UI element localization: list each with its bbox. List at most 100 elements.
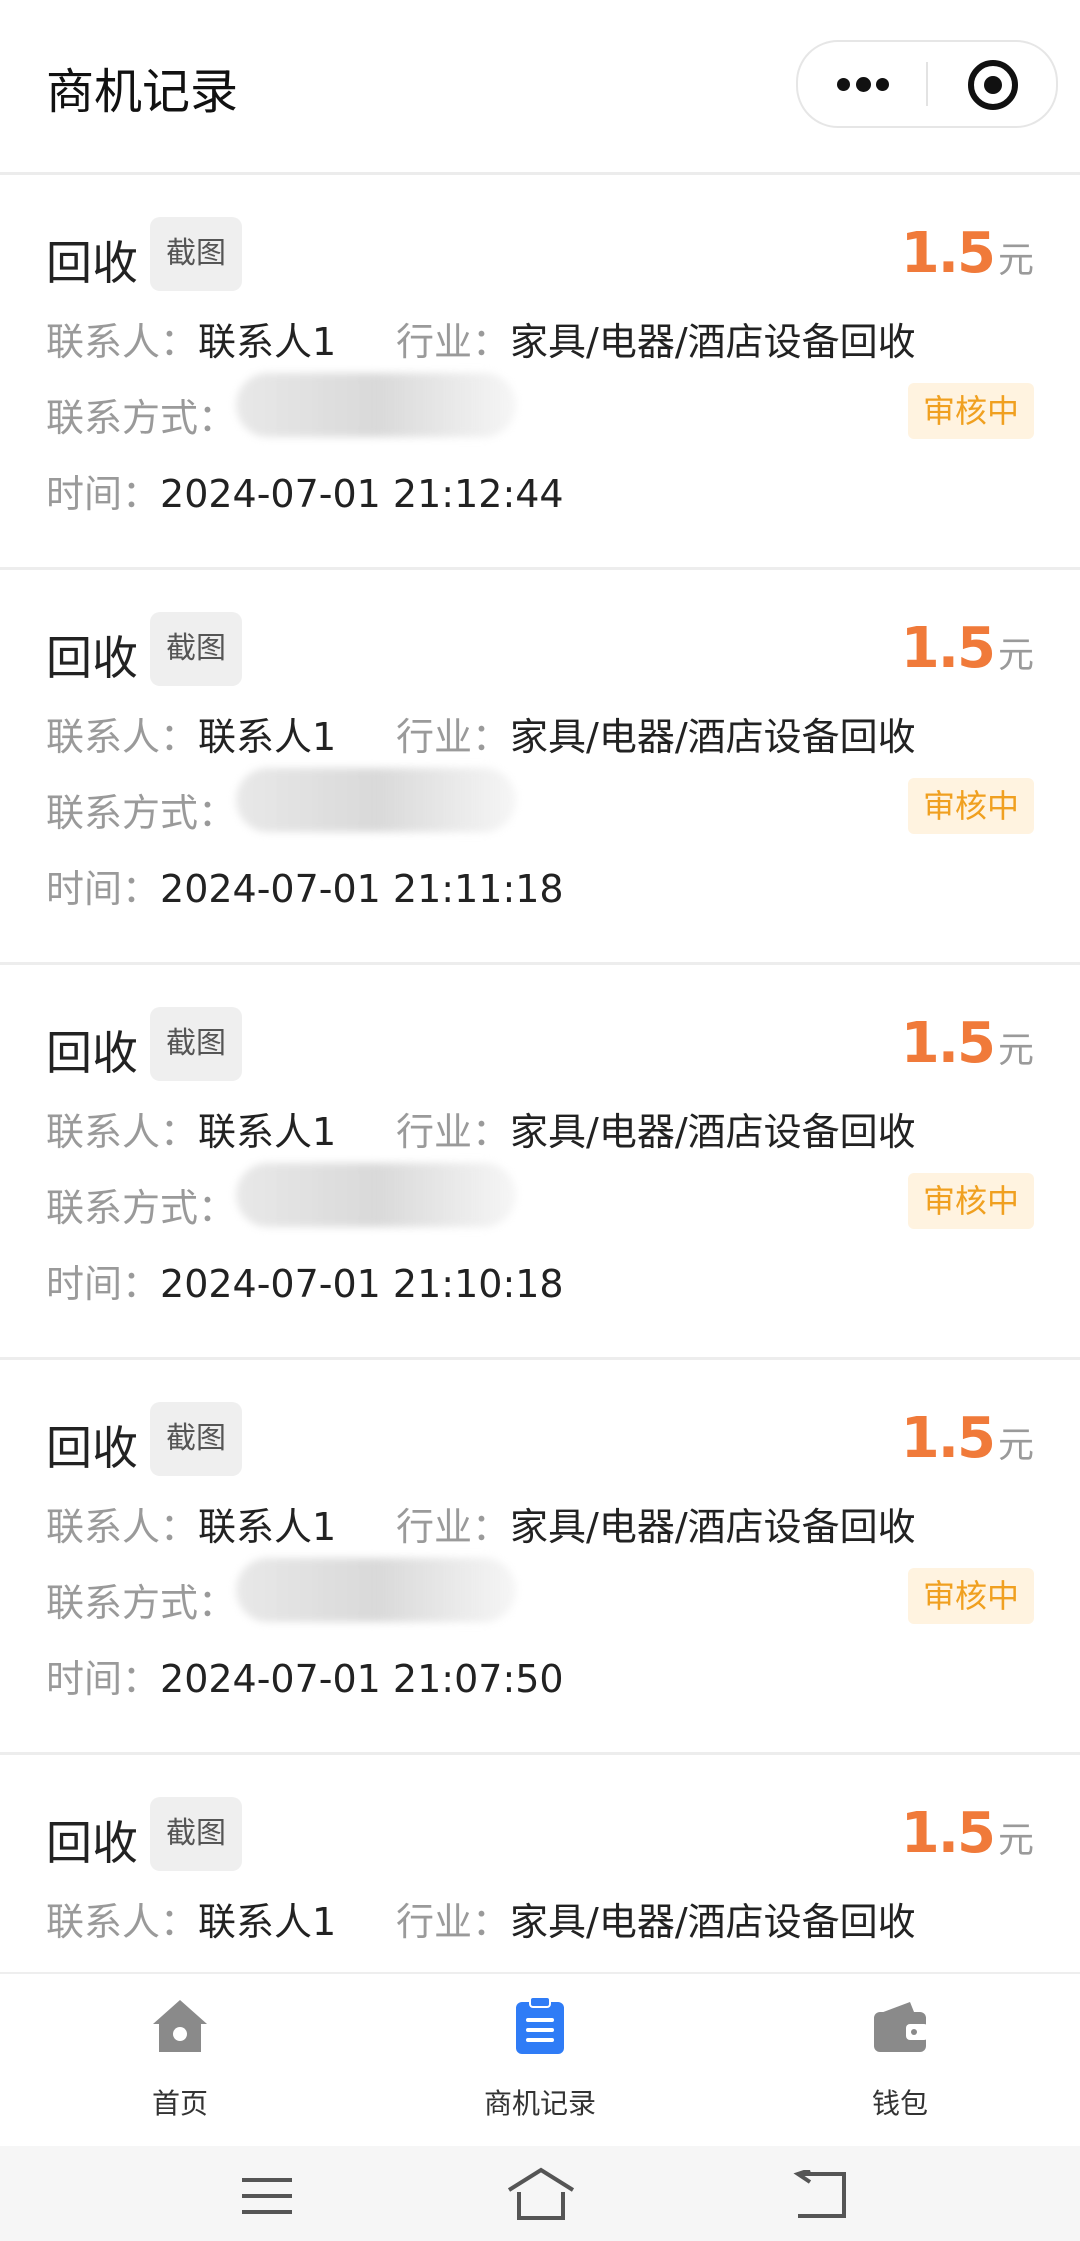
record-type: 回收 — [46, 1026, 138, 1080]
contact-method-label: 联系方式： — [46, 1581, 237, 1625]
industry-row: 行业：家具/电器/酒店设备回收 — [396, 1101, 916, 1156]
contact-row: 联系人：联系人1 — [46, 1496, 336, 1551]
contact-row: 联系人：联系人1 — [46, 1101, 336, 1156]
industry-label: 行业： — [396, 1505, 511, 1549]
record-type: 回收 — [46, 236, 138, 290]
contact-method-label: 联系方式： — [46, 1186, 237, 1230]
price-value: 1.5 — [900, 1801, 996, 1866]
contact-value: 联系人1 — [198, 1900, 337, 1944]
contact-label: 联系人： — [46, 1110, 199, 1154]
close-mini-program-button[interactable] — [928, 42, 1056, 126]
more-dots-icon — [837, 78, 850, 91]
price: 1.5 元 — [901, 616, 1034, 681]
menu-icon — [242, 2178, 292, 2214]
price: 1.5 元 — [901, 221, 1034, 286]
record-list[interactable]: 回收 截图 1.5 元 联系人：联系人1 行业：家具/电器/酒店设备回收 联系方式… — [0, 175, 1080, 1972]
industry-row: 行业：家具/电器/酒店设备回收 — [396, 311, 916, 366]
redacted-contact-method — [236, 1558, 516, 1622]
time-row: 时间：2024-07-01 21:12:44 — [46, 463, 564, 518]
record-card[interactable]: 回收 截图 1.5 元 联系人：联系人1 行业：家具/电器/酒店设备回收 联系方式… — [0, 965, 1080, 1360]
status-badge: 审核中 — [908, 778, 1034, 834]
tab-home[interactable]: 首页 — [0, 1974, 360, 2148]
status-badge: 审核中 — [908, 1568, 1034, 1624]
time-label: 时间： — [46, 1262, 161, 1306]
record-type: 回收 — [46, 631, 138, 685]
mini-program-capsule — [796, 40, 1058, 128]
contact-label: 联系人： — [46, 1505, 199, 1549]
industry-value: 家具/电器/酒店设备回收 — [510, 715, 916, 759]
price-unit: 元 — [997, 635, 1034, 676]
contact-method-row: 联系方式： — [46, 782, 236, 837]
industry-row: 行业：家具/电器/酒店设备回收 — [396, 1496, 916, 1551]
price-value: 1.5 — [900, 221, 996, 286]
price: 1.5 元 — [901, 1011, 1034, 1076]
time-label: 时间： — [46, 1657, 161, 1701]
redacted-contact-method — [236, 1163, 516, 1227]
tab-records-label: 商机记录 — [483, 2087, 596, 2120]
status-badge: 审核中 — [908, 383, 1034, 439]
time-value: 2024-07-01 21:10:18 — [160, 1262, 564, 1306]
time-row: 时间：2024-07-01 21:10:18 — [46, 1253, 564, 1308]
contact-value: 联系人1 — [198, 1505, 337, 1549]
system-navigation-bar — [0, 2146, 1080, 2241]
redacted-contact-method — [236, 373, 516, 437]
screenshot-button[interactable]: 截图 — [150, 1007, 242, 1081]
bottom-tab-bar: 首页 商机记录 钱包 — [0, 1972, 1080, 2148]
contact-method-row: 联系方式： — [46, 387, 236, 442]
time-label: 时间： — [46, 867, 161, 911]
price-value: 1.5 — [900, 1406, 996, 1471]
price-unit: 元 — [997, 1030, 1034, 1071]
screenshot-button[interactable]: 截图 — [150, 1402, 242, 1476]
price: 1.5 元 — [901, 1406, 1034, 1471]
industry-label: 行业： — [396, 320, 511, 364]
screenshot-button[interactable]: 截图 — [150, 612, 242, 686]
more-menu-button[interactable] — [798, 42, 926, 126]
contact-row: 联系人：联系人1 — [46, 311, 336, 366]
tab-records[interactable]: 商机记录 — [360, 1974, 720, 2148]
record-card[interactable]: 回收 截图 1.5 元 联系人：联系人1 行业：家具/电器/酒店设备回收 — [0, 1755, 1080, 1972]
home-outline-icon — [507, 2167, 575, 2220]
contact-row: 联系人：联系人1 — [46, 1891, 336, 1946]
status-badge: 审核中 — [908, 1173, 1034, 1229]
wallet-icon — [874, 2002, 928, 2052]
time-row: 时间：2024-07-01 21:11:18 — [46, 858, 564, 913]
time-label: 时间： — [46, 472, 161, 516]
time-value: 2024-07-01 21:12:44 — [160, 472, 564, 516]
contact-label: 联系人： — [46, 715, 199, 759]
price-value: 1.5 — [900, 1011, 996, 1076]
contact-value: 联系人1 — [198, 320, 337, 364]
contact-label: 联系人： — [46, 1900, 199, 1944]
record-card[interactable]: 回收 截图 1.5 元 联系人：联系人1 行业：家具/电器/酒店设备回收 联系方式… — [0, 1360, 1080, 1755]
time-value: 2024-07-01 21:11:18 — [160, 867, 564, 911]
contact-method-row: 联系方式： — [46, 1177, 236, 1232]
screenshot-button[interactable]: 截图 — [150, 217, 242, 291]
contact-method-label: 联系方式： — [46, 791, 237, 835]
price-unit: 元 — [997, 240, 1034, 281]
contact-row: 联系人：联系人1 — [46, 706, 336, 761]
contact-method-row: 联系方式： — [46, 1572, 236, 1627]
screenshot-button[interactable]: 截图 — [150, 1797, 242, 1871]
back-icon — [793, 2170, 846, 2218]
price-unit: 元 — [997, 1425, 1034, 1466]
contact-value: 联系人1 — [198, 1110, 337, 1154]
home-icon — [153, 2000, 207, 2052]
record-card[interactable]: 回收 截图 1.5 元 联系人：联系人1 行业：家具/电器/酒店设备回收 联系方式… — [0, 175, 1080, 570]
app-header: 商机记录 — [0, 0, 1080, 175]
record-type: 回收 — [46, 1816, 138, 1870]
industry-value: 家具/电器/酒店设备回收 — [510, 1900, 916, 1944]
industry-label: 行业： — [396, 715, 511, 759]
price-unit: 元 — [997, 1820, 1034, 1861]
time-value: 2024-07-01 21:07:50 — [160, 1657, 564, 1701]
industry-value: 家具/电器/酒店设备回收 — [510, 1110, 916, 1154]
tab-home-label: 首页 — [151, 2087, 208, 2120]
industry-value: 家具/电器/酒店设备回收 — [510, 1505, 916, 1549]
tab-wallet[interactable]: 钱包 — [720, 1974, 1080, 2148]
industry-row: 行业：家具/电器/酒店设备回收 — [396, 706, 916, 761]
back-nav-button[interactable] — [630, 2146, 990, 2241]
record-type: 回收 — [46, 1421, 138, 1475]
record-card[interactable]: 回收 截图 1.5 元 联系人：联系人1 行业：家具/电器/酒店设备回收 联系方式… — [0, 570, 1080, 965]
industry-value: 家具/电器/酒店设备回收 — [510, 320, 916, 364]
industry-label: 行业： — [396, 1110, 511, 1154]
clipboard-icon — [516, 1996, 564, 2054]
industry-label: 行业： — [396, 1900, 511, 1944]
